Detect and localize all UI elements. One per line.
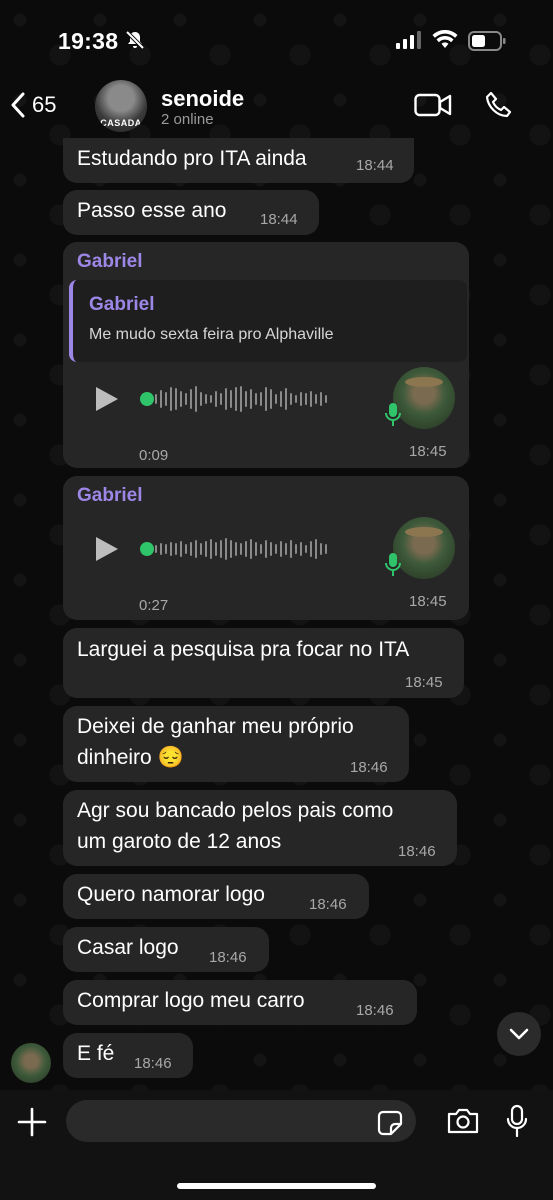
scroll-down-button[interactable] bbox=[497, 1012, 541, 1056]
message-time: 18:45 bbox=[409, 593, 447, 610]
status-bar: 19:38 bbox=[0, 0, 553, 72]
message-bubble[interactable]: Deixei de ganhar meu próprio dinheiro 😔 … bbox=[63, 706, 409, 782]
signal-icon bbox=[396, 31, 421, 49]
message-bubble[interactable]: Casar logo 18:46 bbox=[63, 927, 269, 972]
voice-waveform[interactable] bbox=[155, 383, 327, 415]
message-bubble[interactable]: Quero namorar logo 18:46 bbox=[63, 874, 369, 919]
play-button[interactable] bbox=[96, 387, 118, 411]
playback-dot[interactable] bbox=[140, 542, 154, 556]
phone-call-icon[interactable] bbox=[484, 90, 514, 120]
back-button[interactable]: 65 bbox=[10, 92, 56, 118]
video-call-icon[interactable] bbox=[414, 92, 452, 118]
battery-icon bbox=[468, 31, 506, 51]
message-bubble[interactable]: Comprar logo meu carro 18:46 bbox=[63, 980, 417, 1025]
sender-name: Gabriel bbox=[77, 485, 143, 506]
message-text-line: Deixei de ganhar meu próprio bbox=[77, 715, 354, 738]
message-time: 18:45 bbox=[409, 443, 447, 460]
silent-bell-icon bbox=[125, 30, 145, 50]
microphone-icon[interactable] bbox=[505, 1104, 529, 1138]
message-bubble[interactable]: E fé 18:46 bbox=[63, 1033, 193, 1078]
camera-icon[interactable] bbox=[446, 1107, 480, 1135]
message-bubble[interactable]: Agr sou bancado pelos pais como um garot… bbox=[63, 790, 457, 866]
chat-header: 65 CASADA senoide 2 online bbox=[0, 72, 553, 138]
chevron-left-icon bbox=[11, 92, 25, 118]
composer-bar bbox=[0, 1090, 553, 1200]
message-time: 18:46 bbox=[309, 896, 347, 913]
quoted-message[interactable]: Gabriel Me mudo sexta feira pro Alphavil… bbox=[69, 280, 467, 362]
message-text-line: Agr sou bancado pelos pais como bbox=[77, 799, 394, 822]
message-text: E fé bbox=[77, 1042, 115, 1065]
quoted-text: Me mudo sexta feira pro Alphaville bbox=[89, 326, 334, 343]
message-text: Estudando pro ITA ainda bbox=[77, 147, 307, 170]
voice-duration: 0:09 bbox=[139, 447, 169, 464]
message-time: 18:46 bbox=[356, 1002, 394, 1019]
voice-duration: 0:27 bbox=[139, 597, 169, 614]
online-status: 2 online bbox=[161, 111, 214, 128]
home-indicator bbox=[177, 1183, 376, 1189]
voice-sender-avatar bbox=[393, 367, 455, 429]
message-text: Passo esse ano bbox=[77, 199, 227, 222]
message-input[interactable] bbox=[66, 1100, 416, 1142]
quoted-sender: Gabriel bbox=[89, 294, 155, 315]
voice-message-bubble[interactable]: Gabriel 0:27 18:45 bbox=[63, 476, 469, 620]
avatar-stamp: CASADA bbox=[100, 118, 142, 128]
plus-icon[interactable] bbox=[17, 1107, 47, 1137]
sender-avatar[interactable] bbox=[11, 1043, 51, 1083]
status-time: 19:38 bbox=[58, 28, 119, 54]
message-time: 18:45 bbox=[405, 674, 443, 691]
sticker-icon[interactable] bbox=[377, 1110, 403, 1136]
message-time: 18:44 bbox=[356, 157, 394, 174]
message-time: 18:46 bbox=[398, 843, 436, 860]
mic-icon bbox=[385, 403, 401, 426]
message-text: Casar logo bbox=[77, 936, 179, 959]
wifi-icon bbox=[432, 30, 458, 48]
message-time: 18:46 bbox=[209, 949, 247, 966]
playback-dot[interactable] bbox=[140, 392, 154, 406]
message-time: 18:46 bbox=[350, 759, 388, 776]
message-text-line: um garoto de 12 anos bbox=[77, 830, 282, 853]
voice-message-bubble[interactable]: Gabriel Gabriel Me mudo sexta feira pro … bbox=[63, 242, 469, 468]
mic-icon bbox=[385, 553, 401, 576]
message-bubble[interactable]: Larguei a pesquisa pra focar no ITA 18:4… bbox=[63, 628, 464, 698]
message-text: Quero namorar logo bbox=[77, 883, 265, 906]
unread-count: 65 bbox=[32, 92, 57, 117]
voice-waveform[interactable] bbox=[155, 533, 327, 565]
chat-title[interactable]: senoide bbox=[161, 86, 244, 112]
message-bubble[interactable]: Estudando pro ITA ainda 18:44 bbox=[63, 138, 414, 183]
message-text: Larguei a pesquisa pra focar no ITA bbox=[77, 638, 410, 661]
message-time: 18:44 bbox=[260, 211, 298, 228]
voice-sender-avatar bbox=[393, 517, 455, 579]
message-text: Comprar logo meu carro bbox=[77, 989, 305, 1012]
chevron-down-icon bbox=[509, 1028, 529, 1040]
sender-name: Gabriel bbox=[77, 251, 143, 272]
message-time: 18:46 bbox=[134, 1055, 172, 1072]
message-text-line: dinheiro 😔 bbox=[77, 746, 184, 769]
chat-avatar[interactable]: CASADA bbox=[95, 80, 147, 132]
play-button[interactable] bbox=[96, 537, 118, 561]
message-bubble[interactable]: Passo esse ano 18:44 bbox=[63, 190, 319, 235]
